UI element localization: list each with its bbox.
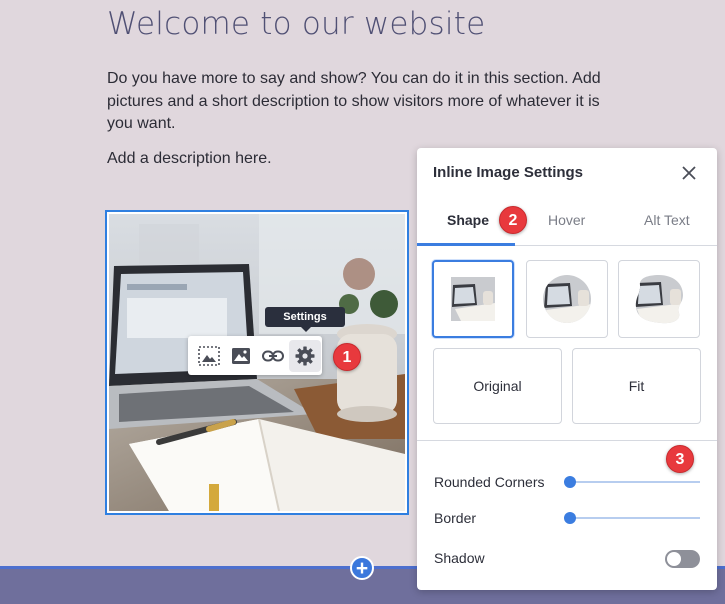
tab-hover[interactable]: Hover (548, 212, 585, 228)
replace-image-icon (232, 347, 250, 364)
border-label: Border (434, 510, 477, 526)
rounded-corners-label: Rounded Corners (434, 474, 545, 490)
intro-paragraph: Do you have more to say and show? You ca… (107, 70, 601, 132)
shape-square-option[interactable] (432, 260, 514, 338)
add-section-button[interactable]: + (350, 556, 374, 580)
callout-2: 2 (499, 206, 527, 234)
inline-image-settings-panel: Inline Image Settings Shape Hover Alt Te… (417, 148, 717, 590)
active-tab-indicator (417, 243, 515, 246)
image-toolbar (188, 336, 322, 375)
crop-icon (198, 345, 220, 366)
tab-shape[interactable]: Shape (447, 212, 489, 228)
description-text: Add a description here. (107, 150, 272, 167)
settings-tooltip: Settings (265, 307, 345, 332)
close-icon (682, 166, 696, 180)
square-shape-thumbnail (451, 277, 495, 321)
link-icon (262, 350, 284, 361)
shape-circle-option[interactable] (526, 260, 608, 338)
gear-icon (295, 346, 315, 365)
callout-1: 1 (333, 343, 361, 371)
border-slider[interactable] (570, 517, 700, 519)
panel-title: Inline Image Settings (433, 164, 584, 181)
link-button[interactable] (257, 340, 289, 372)
callout-3: 3 (666, 445, 694, 473)
close-button[interactable] (679, 163, 699, 183)
fit-option[interactable]: Fit (572, 348, 701, 424)
shadow-toggle-knob (667, 552, 681, 566)
shape-blob-option[interactable] (618, 260, 700, 338)
blob-shape-thumbnail (635, 275, 683, 324)
replace-image-button[interactable] (225, 340, 257, 372)
border-slider-handle[interactable] (564, 512, 576, 524)
page-title: Welcome to our website (107, 6, 486, 42)
shadow-label: Shadow (434, 550, 485, 566)
shadow-toggle[interactable] (665, 550, 700, 568)
settings-tabs: Shape Hover Alt Text (417, 204, 717, 246)
rounded-corners-slider[interactable] (570, 481, 700, 483)
original-option[interactable]: Original (433, 348, 562, 424)
panel-divider (417, 440, 717, 441)
circle-shape-thumbnail (543, 275, 591, 323)
crop-button[interactable] (193, 340, 225, 372)
settings-button[interactable] (289, 339, 321, 372)
rounded-corners-slider-handle[interactable] (564, 476, 576, 488)
tab-alt-text[interactable]: Alt Text (644, 212, 690, 228)
